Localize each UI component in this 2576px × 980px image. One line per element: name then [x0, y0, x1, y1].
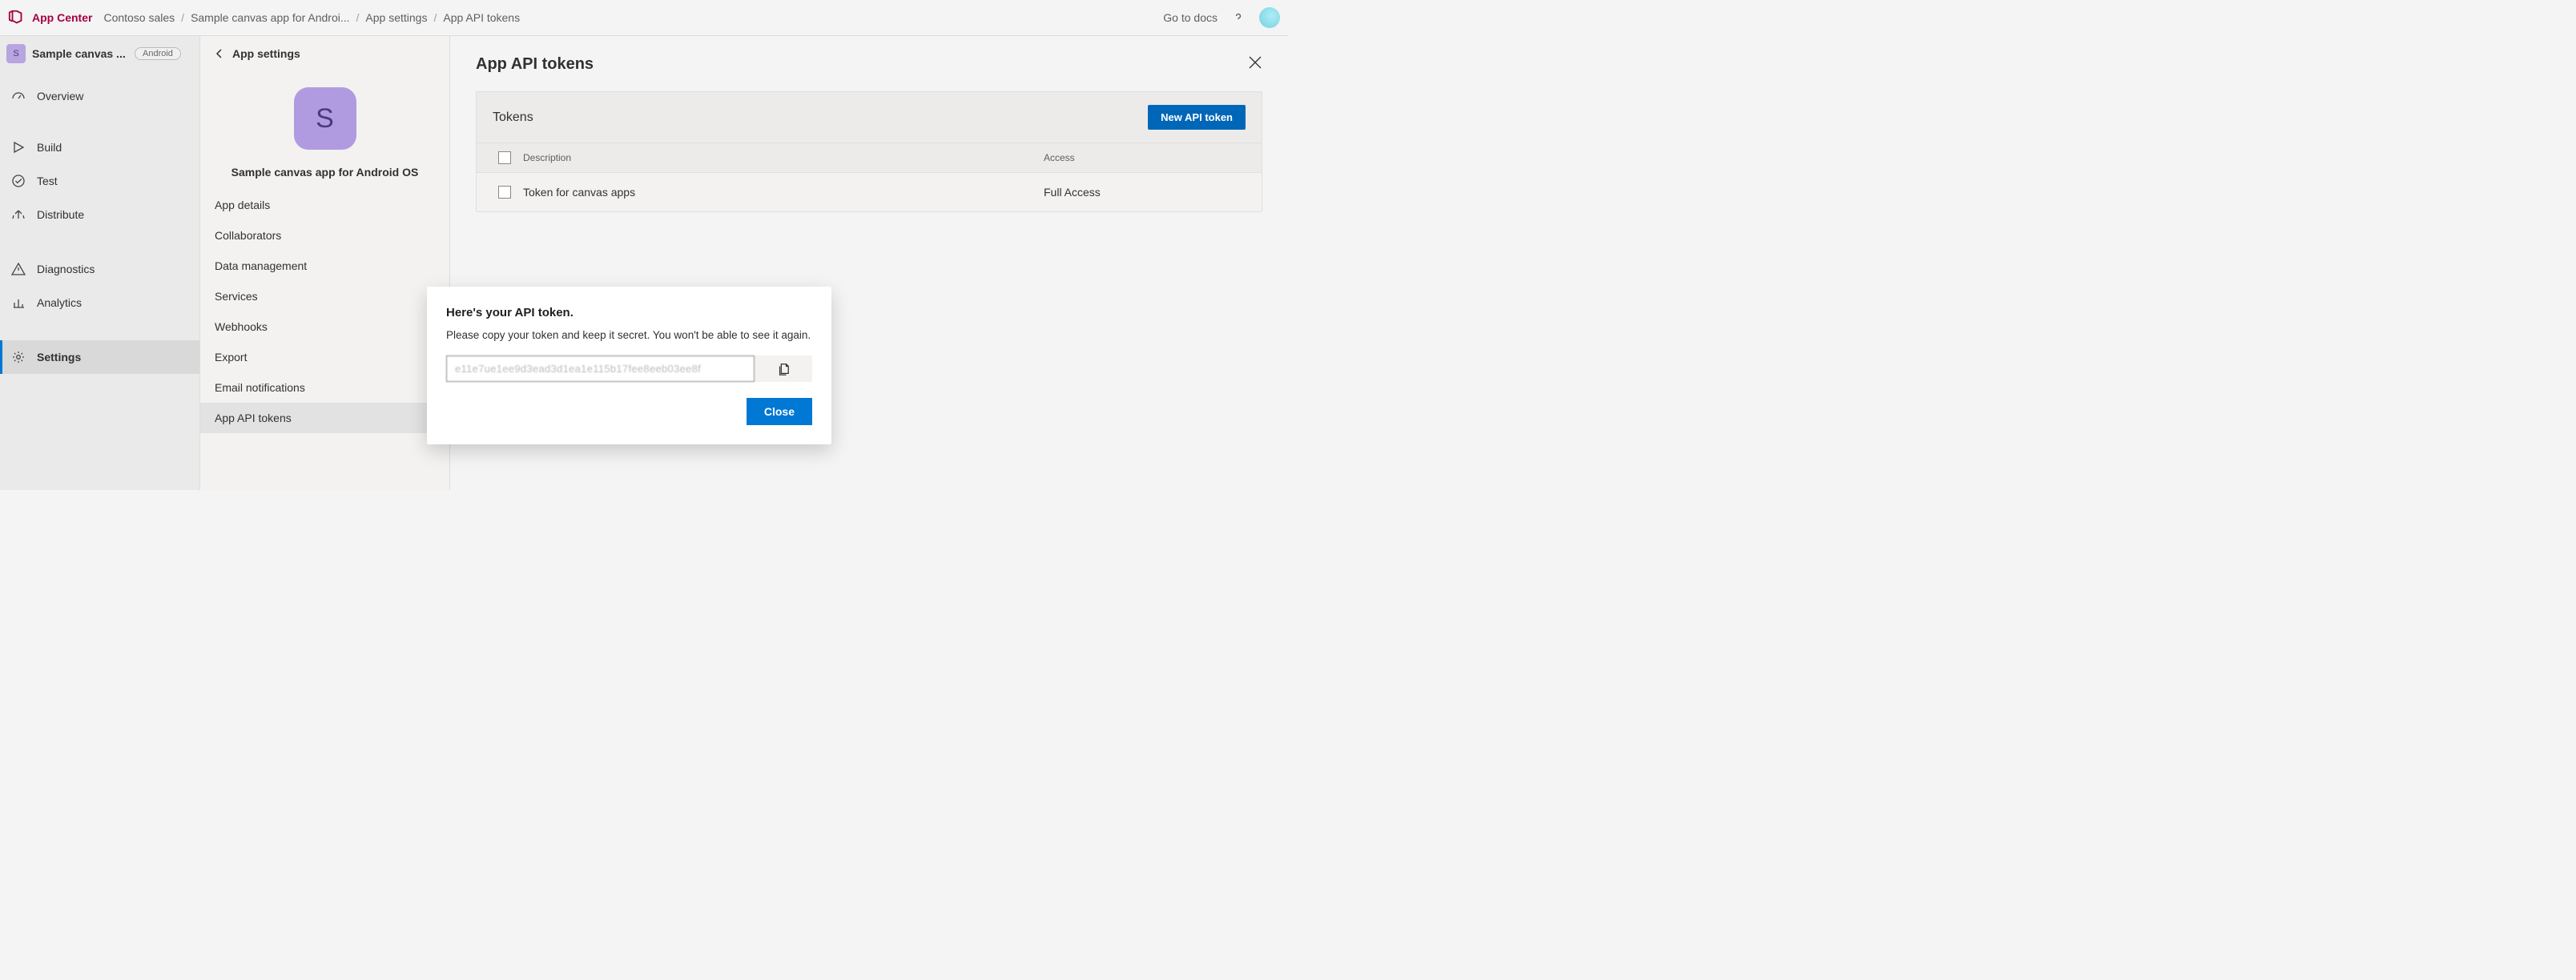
sidebar-app-icon: S	[6, 44, 26, 63]
token-display-row: e11e7ue1ee9d3ead3d1ea1e115b17fee8eeb03ee…	[446, 355, 812, 382]
copy-icon	[777, 362, 790, 376]
sidebar-item-overview[interactable]: Overview	[0, 79, 199, 113]
token-access: Full Access	[1044, 186, 1252, 199]
row-checkbox[interactable]	[498, 186, 511, 199]
page-title: App API tokens	[476, 55, 1262, 74]
sidebar-app-header[interactable]: S Sample canvas ... Android	[0, 36, 199, 71]
token-value-field[interactable]: e11e7ue1ee9d3ead3d1ea1e115b17fee8eeb03ee…	[446, 355, 755, 382]
close-panel-button[interactable]	[1248, 55, 1262, 74]
sidebar-item-analytics[interactable]: Analytics	[0, 286, 199, 319]
hexagon-icon	[8, 9, 26, 26]
breadcrumb: Contoso sales / Sample canvas app for An…	[103, 11, 520, 24]
distribute-icon	[11, 207, 26, 222]
breadcrumb-item[interactable]: App settings	[365, 11, 427, 24]
settings-item-email-notifications[interactable]: Email notifications	[200, 372, 449, 403]
new-api-token-button[interactable]: New API token	[1148, 105, 1246, 130]
settings-item-data-management[interactable]: Data management	[200, 251, 449, 281]
brand-text: App Center	[32, 11, 92, 24]
topbar-right: Go to docs	[1163, 7, 1280, 28]
play-icon	[11, 140, 26, 155]
col-description: Description	[523, 152, 1044, 163]
sidebar-item-build[interactable]: Build	[0, 131, 199, 164]
select-all-checkbox[interactable]	[498, 151, 511, 164]
sidebar-item-settings[interactable]: Settings	[0, 340, 199, 374]
settings-item-app-details[interactable]: App details	[200, 190, 449, 220]
back-to-app-settings[interactable]: App settings	[200, 36, 449, 71]
tokens-card-header: Tokens New API token	[477, 92, 1262, 143]
settings-item-app-api-tokens[interactable]: App API tokens	[200, 403, 449, 433]
sidebar-item-distribute[interactable]: Distribute	[0, 198, 199, 231]
settings-item-services[interactable]: Services	[200, 281, 449, 311]
user-avatar[interactable]	[1259, 7, 1280, 28]
chevron-left-icon	[215, 49, 224, 58]
breadcrumb-item[interactable]: Sample canvas app for Androi...	[191, 11, 349, 24]
tokens-table-header: Description Access	[477, 143, 1262, 173]
sidebar-item-test[interactable]: Test	[0, 164, 199, 198]
modal-subtitle: Please copy your token and keep it secre…	[446, 329, 812, 341]
copy-token-button[interactable]	[755, 355, 812, 382]
breadcrumb-item[interactable]: App API tokens	[443, 11, 520, 24]
api-token-modal: Here's your API token. Please copy your …	[427, 287, 831, 444]
left-sidebar: S Sample canvas ... Android Overview Bui…	[0, 36, 200, 490]
sidebar-item-diagnostics[interactable]: Diagnostics	[0, 252, 199, 286]
sidebar-item-label: Overview	[37, 90, 83, 102]
gauge-icon	[11, 89, 26, 103]
breadcrumb-sep: /	[181, 11, 184, 24]
warning-triangle-icon	[11, 262, 26, 276]
breadcrumb-sep: /	[356, 11, 360, 24]
settings-app-block: S Sample canvas app for Android OS	[200, 71, 449, 190]
app-center-logo[interactable]: App Center	[8, 9, 92, 26]
settings-app-name: Sample canvas app for Android OS	[210, 166, 440, 179]
help-icon[interactable]	[1232, 11, 1245, 24]
settings-item-collaborators[interactable]: Collaborators	[200, 220, 449, 251]
platform-badge: Android	[135, 47, 181, 60]
sidebar-item-label: Build	[37, 141, 62, 154]
top-bar: App Center Contoso sales / Sample canvas…	[0, 0, 1288, 36]
settings-column: App settings S Sample canvas app for And…	[200, 36, 450, 490]
close-modal-button[interactable]: Close	[747, 398, 812, 425]
sidebar-app-title: Sample canvas ...	[32, 47, 128, 60]
breadcrumb-sep: /	[433, 11, 437, 24]
tokens-title: Tokens	[493, 110, 533, 125]
sidebar-item-label: Distribute	[37, 208, 84, 221]
breadcrumb-item[interactable]: Contoso sales	[103, 11, 175, 24]
sidebar-item-label: Test	[37, 175, 58, 187]
settings-item-webhooks[interactable]: Webhooks	[200, 311, 449, 342]
col-access: Access	[1044, 152, 1252, 163]
check-circle-icon	[11, 174, 26, 188]
settings-item-export[interactable]: Export	[200, 342, 449, 372]
modal-title: Here's your API token.	[446, 306, 812, 319]
sidebar-item-label: Diagnostics	[37, 263, 95, 275]
go-to-docs-link[interactable]: Go to docs	[1163, 11, 1218, 24]
back-label: App settings	[232, 47, 300, 60]
gear-icon	[11, 350, 26, 364]
sidebar-item-label: Analytics	[37, 296, 82, 309]
tokens-card: Tokens New API token Description Access …	[476, 91, 1262, 212]
bar-chart-icon	[11, 295, 26, 310]
sidebar-item-label: Settings	[37, 351, 81, 363]
modal-footer: Close	[446, 398, 812, 425]
settings-app-icon: S	[294, 87, 356, 150]
token-row[interactable]: Token for canvas apps Full Access	[477, 173, 1262, 211]
close-icon	[1248, 55, 1262, 70]
token-description: Token for canvas apps	[523, 186, 1044, 199]
